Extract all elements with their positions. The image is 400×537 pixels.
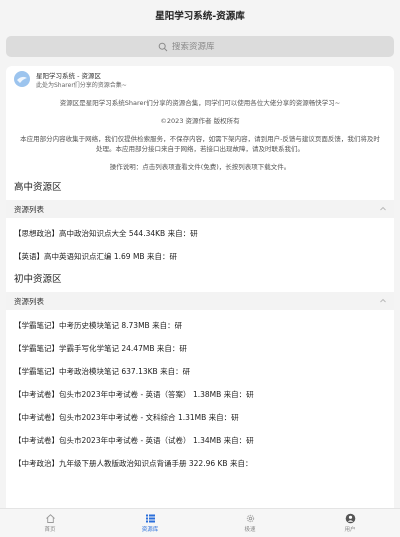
section-title-middle-school: 初中资源区 [14, 274, 62, 285]
tab-label: 首页 [44, 527, 56, 533]
gear-icon [246, 514, 254, 523]
tab-label: 资源库 [141, 527, 159, 533]
list-item[interactable]: 【学霸笔记】中考历史模块笔记 8.73MB 来自：研 [6, 314, 394, 337]
disclaimer-text: 本应用部分内容收集于网络，我们仅提供检索服务，不保存内容，如需下架内容，请到用户… [20, 135, 380, 153]
tab-home[interactable]: 首页 [0, 509, 100, 537]
list-header-label: 资源列表 [14, 204, 44, 214]
list-item[interactable]: 【中考政治】九年级下册人教版政治知识点背诵手册 322.96 KB 来自： [6, 452, 394, 475]
list-item[interactable]: 【思想政治】高中政治知识点大全 544.34KB 来自：研 [6, 222, 394, 245]
list-item[interactable]: 【中考试卷】包头市2023年中考试卷 - 英语（试卷） 1.34MB 来自：研 [6, 429, 394, 452]
intro-paragraph: 资源区是星阳学习系统Sharer们分享的资源合集，同学们可以使用各位大佬分享的资… [59, 99, 341, 107]
tab-speed[interactable]: 极速 [200, 509, 300, 537]
list-item[interactable]: 【中考试卷】包头市2023年中考试卷 - 英语（答案） 1.38MB 来自：研 [6, 383, 394, 406]
list-item[interactable]: 【学霸笔记】中考政治模块笔记 637.13KB 来自：研 [6, 360, 394, 383]
tab-user[interactable]: 用户 [300, 509, 400, 537]
bottom-tab-bar: 首页 资源库 极速 用户 [0, 508, 400, 537]
section-title-high-school: 高中资源区 [14, 182, 62, 193]
card-name: 星阳学习系统 - 资源区 [36, 71, 101, 80]
resource-list-header[interactable]: 资源列表 [6, 200, 394, 218]
search-icon [158, 42, 168, 51]
app-title: 星阳学习系统-资源库 [155, 11, 245, 22]
user-icon [345, 513, 355, 524]
list-item[interactable]: 【中考试卷】包头市2023年中考试卷 - 文科综合 1.31MB 来自：研 [6, 406, 394, 429]
list-item[interactable]: 【英语】高中英语知识点汇编 1.69 MB 来自：研 [6, 245, 394, 268]
info-card: 星阳学习系统 - 资源区 此处为Sharer们分享的资源合集~ [6, 66, 394, 92]
list-item[interactable]: 【学霸笔记】学霸手写化学笔记 24.47MB 来自：研 [6, 337, 394, 360]
list-header-label: 资源列表 [14, 296, 44, 306]
tab-label: 用户 [344, 527, 356, 533]
usage-instructions: 操作说明：点击列表项查看文件(免费)，长按列表项下载文件。 [109, 163, 291, 171]
chevron-up-icon [380, 206, 386, 211]
chevron-up-icon [380, 298, 386, 303]
copyright-text: ©2023 资源作者 版权所有 [160, 117, 240, 125]
title-bar: 星阳学习系统-资源库 [0, 0, 400, 30]
home-icon [45, 514, 55, 523]
search-input[interactable] [172, 41, 242, 52]
card-meta: 星阳学习系统 - 资源区 此处为Sharer们分享的资源合集~ [36, 70, 127, 89]
tab-label: 极速 [244, 527, 256, 533]
content-panel[interactable]: 星阳学习系统 - 资源区 此处为Sharer们分享的资源合集~ 资源区是星阳学习… [6, 66, 394, 508]
list-icon [145, 514, 155, 523]
tab-resources[interactable]: 资源库 [100, 509, 200, 537]
resource-list-header[interactable]: 资源列表 [6, 292, 394, 310]
app-frame: 星阳学习系统-资源库 星阳学习系统 - 资源区 此处为Sharer们分享的资源合… [0, 0, 400, 537]
card-desc: 此处为Sharer们分享的资源合集~ [36, 81, 127, 89]
intro-text: 资源区是星阳学习系统Sharer们分享的资源合集，同学们可以使用各位大佬分享的资… [6, 92, 394, 172]
app-logo-icon [14, 71, 30, 87]
search-bar[interactable] [6, 36, 394, 57]
